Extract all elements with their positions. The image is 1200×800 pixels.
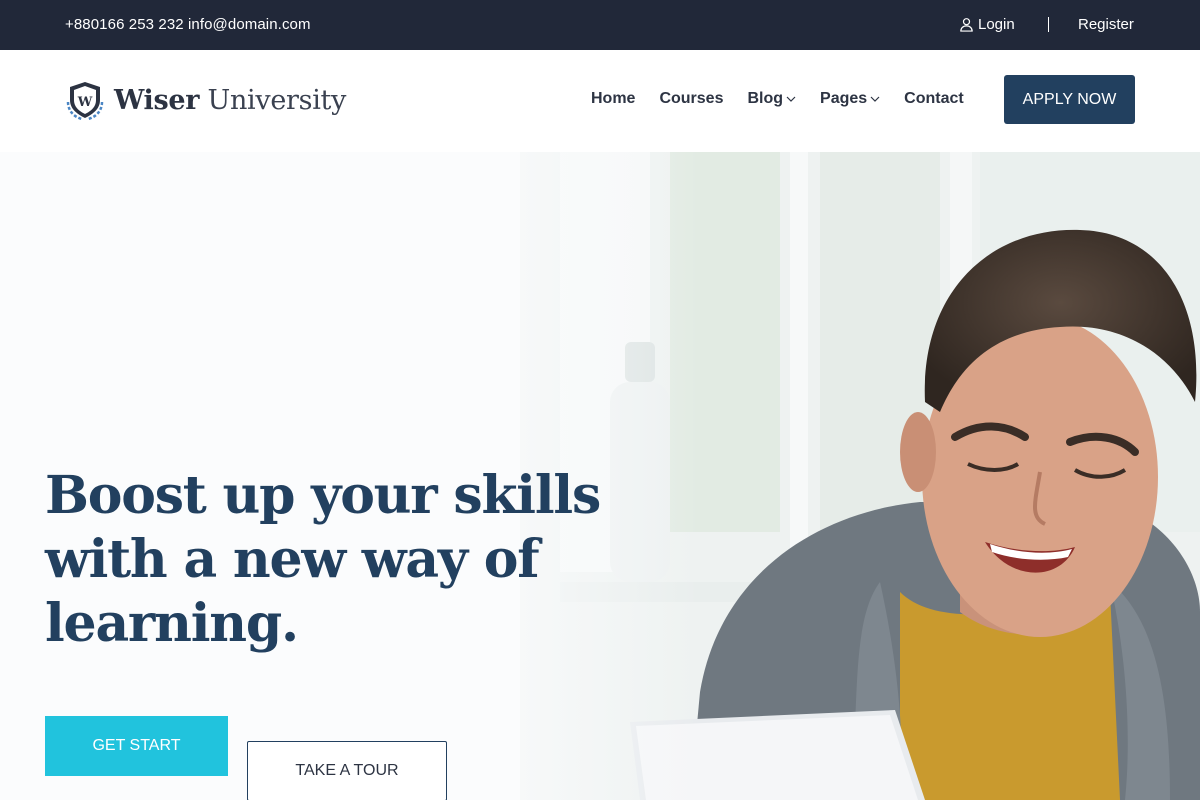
nav-blog-label: Blog [747,90,784,107]
hero-headline: Boost up your skills with a new way of l… [45,464,605,656]
nav-pages[interactable]: Pages [820,90,880,108]
site-header: W Wiser University Home Courses Blog Pag… [0,50,1200,152]
register-link[interactable]: Register [1078,16,1134,33]
brand-name-light: University [207,84,347,116]
brand-name-bold: Wiser [114,84,200,116]
contact-info: +880166 253 232 info@domain.com [65,16,311,33]
hero-headline-line: Boost up your skills [45,465,601,526]
brand-name: Wiser University [114,85,346,116]
svg-text:W: W [77,95,93,110]
login-link[interactable]: Login [959,16,1015,33]
main-nav: Home Courses Blog Pages Contact [591,90,964,108]
nav-home[interactable]: Home [591,90,635,108]
site-logo[interactable]: W Wiser University [64,80,346,120]
shield-icon: W [66,82,104,120]
top-bar: +880166 253 232 info@domain.com Login Re… [0,0,1200,50]
nav-pages-label: Pages [820,90,868,107]
take-a-tour-button[interactable]: TAKE A TOUR [247,741,447,800]
hero-headline-line: learning. [45,593,299,654]
chevron-down-icon [870,96,880,102]
user-icon [960,18,973,32]
chevron-down-icon [786,96,796,102]
nav-contact[interactable]: Contact [904,90,964,108]
login-label: Login [978,16,1015,33]
nav-courses[interactable]: Courses [659,90,723,108]
apply-now-button[interactable]: APPLY NOW [1004,75,1135,124]
hero-section: Boost up your skills with a new way of l… [0,152,1200,800]
hero-headline-line: with a new way of [45,529,540,590]
get-start-button[interactable]: GET START [45,716,228,776]
topbar-divider [1048,17,1049,32]
nav-blog[interactable]: Blog [747,90,796,108]
